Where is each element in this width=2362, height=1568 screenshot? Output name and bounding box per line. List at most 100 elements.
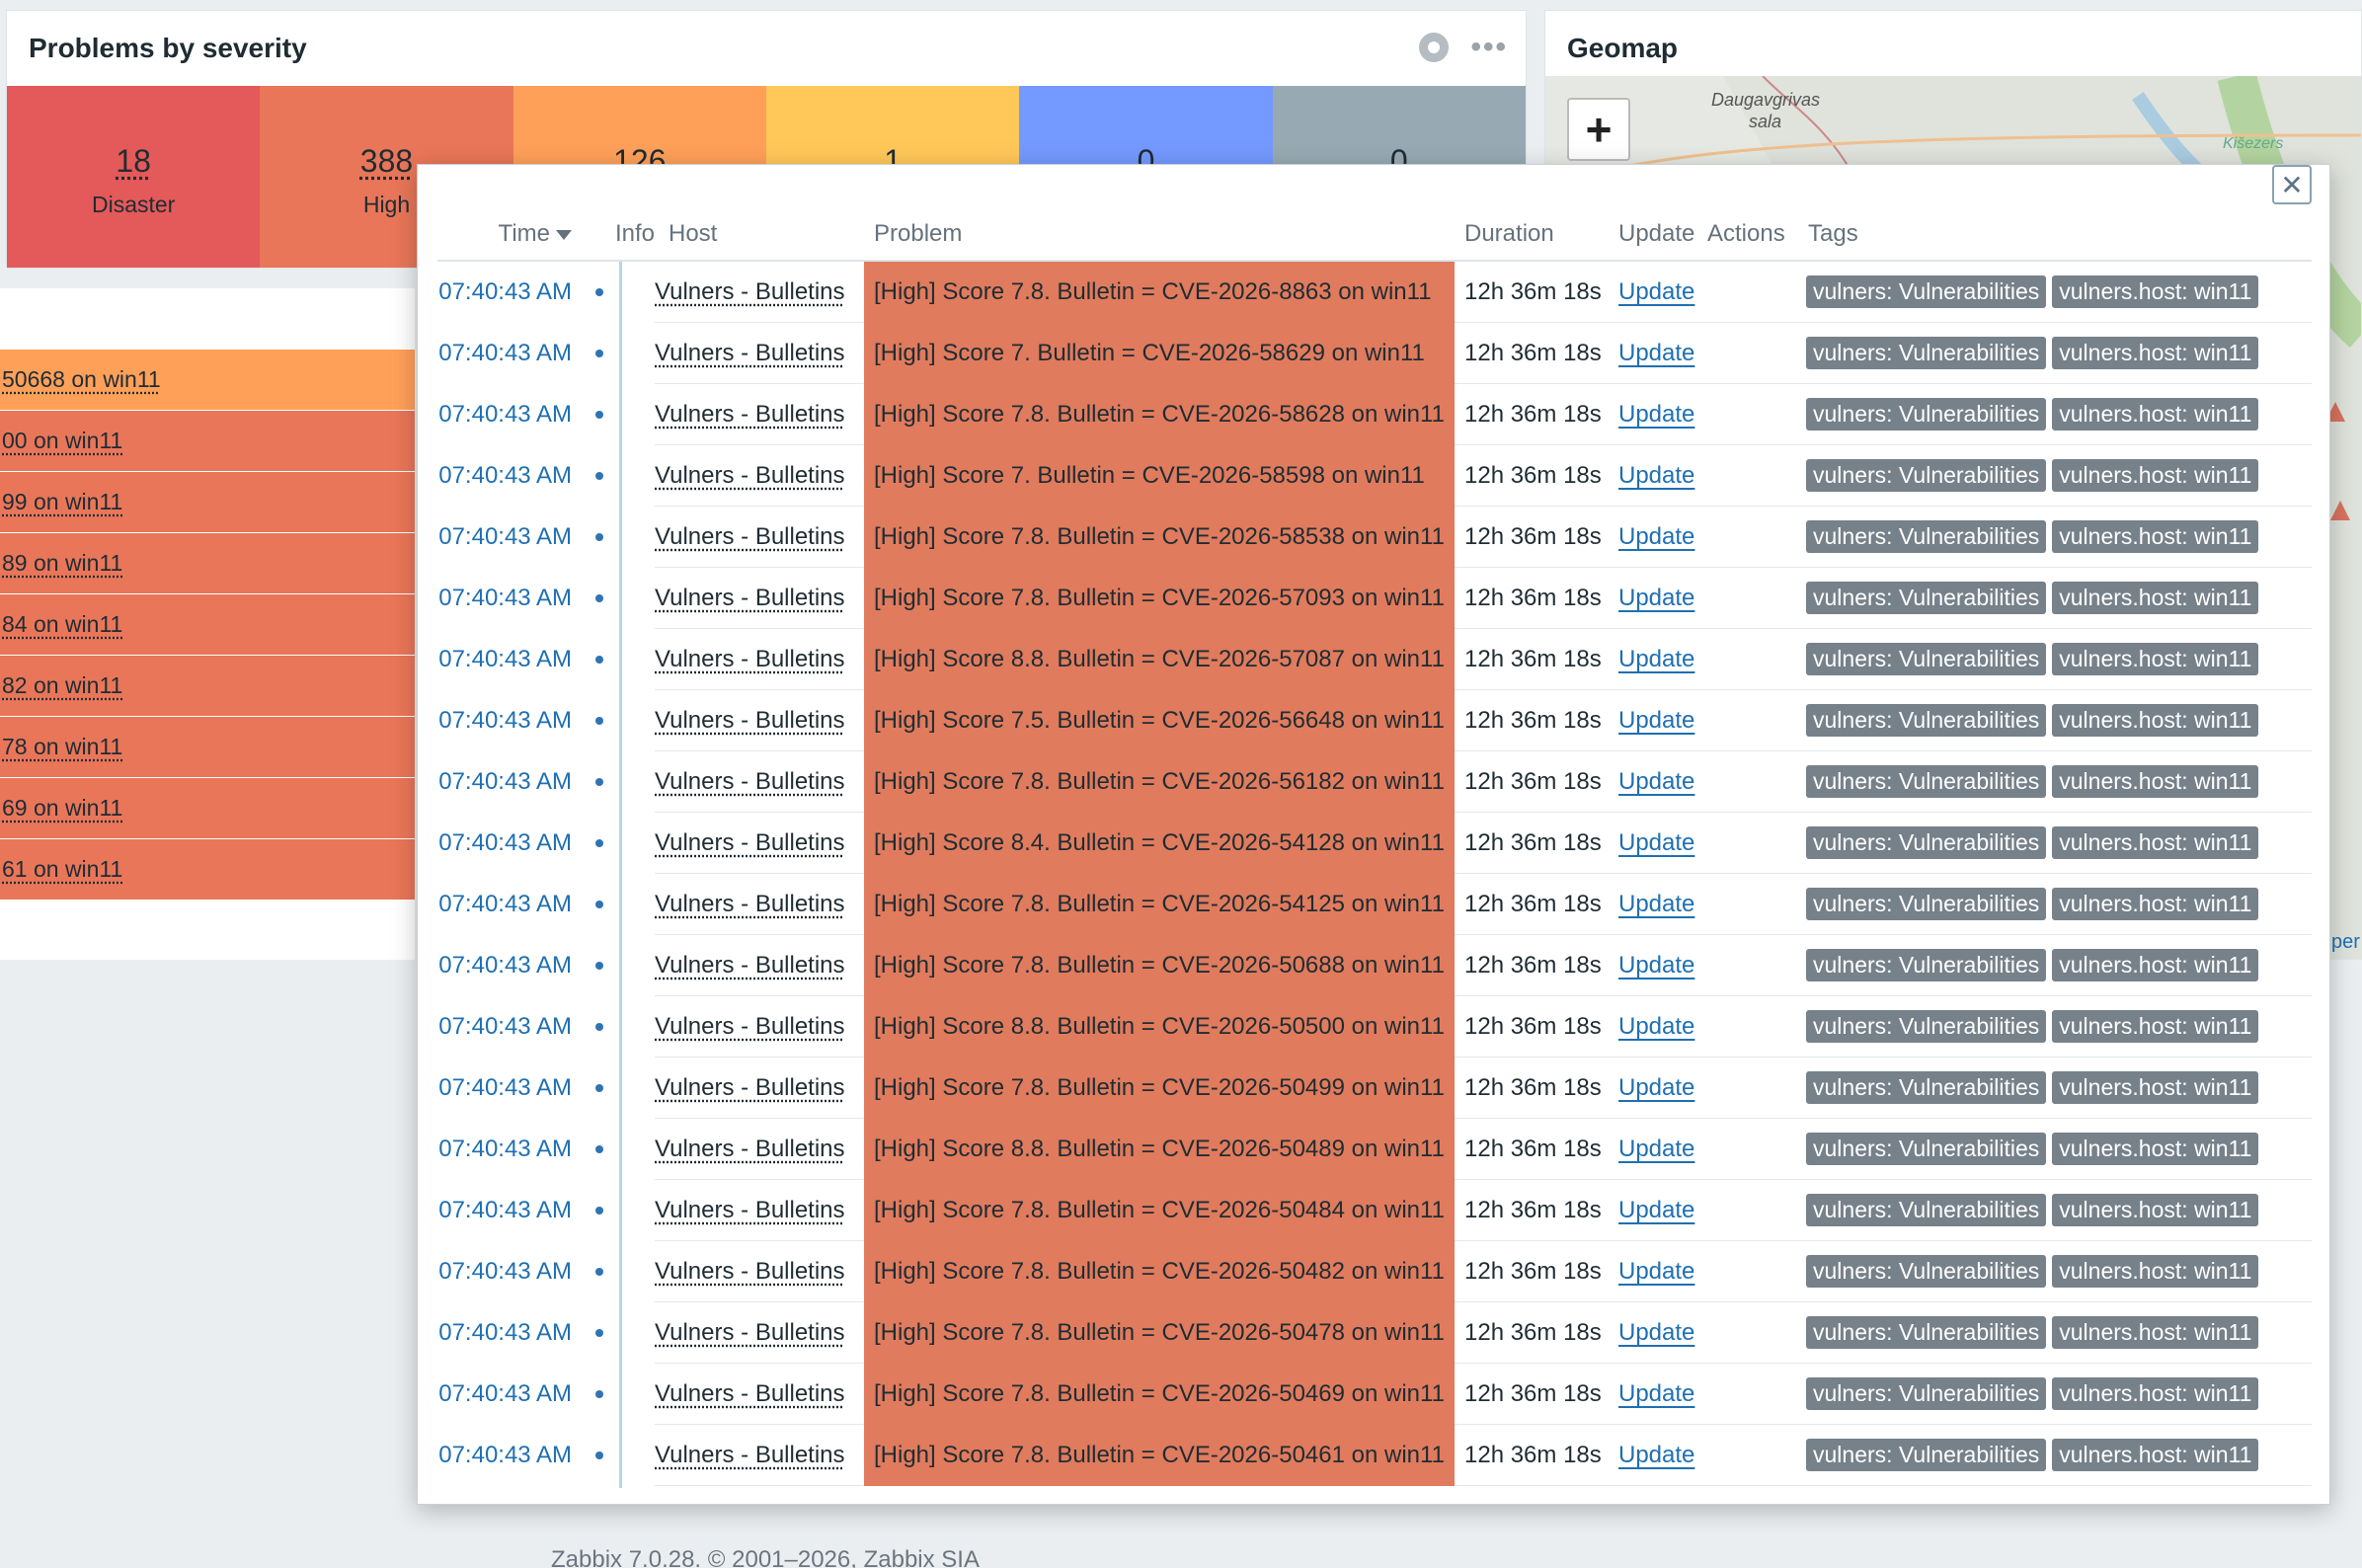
- host-link[interactable]: Vulners - Bulletins: [655, 278, 845, 305]
- map-attribution[interactable]: per: [2331, 931, 2360, 954]
- time-cell[interactable]: 07:40:43 AM: [437, 646, 586, 673]
- update-cell[interactable]: Update: [1613, 829, 1707, 857]
- tag-badge[interactable]: vulners.host: win11: [2052, 582, 2258, 614]
- host-link[interactable]: Vulners - Bulletins: [655, 1442, 845, 1468]
- list-item[interactable]: 89 on win11: [0, 533, 415, 594]
- time-cell[interactable]: 07:40:43 AM: [437, 952, 586, 980]
- update-cell[interactable]: Update: [1613, 1258, 1707, 1286]
- time-cell[interactable]: 07:40:43 AM: [437, 829, 586, 857]
- host-link[interactable]: Vulners - Bulletins: [655, 768, 845, 795]
- time-cell[interactable]: 07:40:43 AM: [437, 768, 586, 796]
- problem-cell[interactable]: [High] Score 7.8. Bulletin = CVE-2026-50…: [864, 1241, 1455, 1302]
- update-cell[interactable]: Update: [1613, 1197, 1707, 1224]
- problem-cell[interactable]: [High] Score 7.8. Bulletin = CVE-2026-50…: [864, 1425, 1455, 1486]
- update-cell[interactable]: Update: [1613, 646, 1707, 673]
- update-cell[interactable]: Update: [1613, 401, 1707, 429]
- list-item-label[interactable]: 78 on win11: [2, 734, 122, 760]
- update-link[interactable]: Update: [1618, 585, 1694, 611]
- host-link[interactable]: Vulners - Bulletins: [655, 1319, 845, 1346]
- problem-cell[interactable]: [High] Score 7.8. Bulletin = CVE-2026-54…: [864, 874, 1455, 935]
- severity-count[interactable]: 18: [116, 143, 151, 180]
- list-item-label[interactable]: 61 on win11: [2, 856, 122, 883]
- time-cell[interactable]: 07:40:43 AM: [437, 462, 586, 490]
- host-cell[interactable]: Vulners - Bulletins: [655, 1136, 864, 1163]
- update-link[interactable]: Update: [1618, 1013, 1694, 1040]
- update-link[interactable]: Update: [1618, 646, 1694, 672]
- update-cell[interactable]: Update: [1613, 278, 1707, 306]
- host-link[interactable]: Vulners - Bulletins: [655, 585, 845, 611]
- update-cell[interactable]: Update: [1613, 585, 1707, 612]
- host-link[interactable]: Vulners - Bulletins: [655, 462, 845, 489]
- list-item[interactable]: 84 on win11: [0, 594, 415, 656]
- host-link[interactable]: Vulners - Bulletins: [655, 523, 845, 550]
- update-cell[interactable]: Update: [1613, 523, 1707, 551]
- gear-icon[interactable]: [1419, 33, 1449, 62]
- problem-cell[interactable]: [High] Score 7.5. Bulletin = CVE-2026-56…: [864, 690, 1455, 751]
- update-cell[interactable]: Update: [1613, 1013, 1707, 1041]
- update-link[interactable]: Update: [1618, 952, 1694, 979]
- time-cell[interactable]: 07:40:43 AM: [437, 401, 586, 429]
- list-item-label[interactable]: 82 on win11: [2, 672, 122, 699]
- tag-badge[interactable]: vulners: Vulnerabilities: [1806, 582, 2046, 614]
- update-cell[interactable]: Update: [1613, 1074, 1707, 1102]
- problem-cell[interactable]: [High] Score 7.8. Bulletin = CVE-2026-57…: [864, 568, 1455, 629]
- host-link[interactable]: Vulners - Bulletins: [655, 340, 845, 366]
- tag-badge[interactable]: vulners: Vulnerabilities: [1806, 1133, 2046, 1165]
- update-link[interactable]: Update: [1618, 1136, 1694, 1162]
- host-cell[interactable]: Vulners - Bulletins: [655, 278, 864, 306]
- tag-badge[interactable]: vulners.host: win11: [2052, 949, 2258, 981]
- update-link[interactable]: Update: [1618, 1258, 1694, 1285]
- list-item[interactable]: 61 on win11: [0, 839, 415, 901]
- time-cell[interactable]: 07:40:43 AM: [437, 1258, 586, 1286]
- tag-badge[interactable]: vulners: Vulnerabilities: [1806, 765, 2046, 798]
- severity-count[interactable]: 388: [360, 143, 413, 180]
- list-item[interactable]: 69 on win11: [0, 778, 415, 839]
- host-cell[interactable]: Vulners - Bulletins: [655, 1258, 864, 1286]
- update-cell[interactable]: Update: [1613, 1319, 1707, 1347]
- update-link[interactable]: Update: [1618, 462, 1694, 489]
- time-cell[interactable]: 07:40:43 AM: [437, 1074, 586, 1102]
- update-cell[interactable]: Update: [1613, 340, 1707, 367]
- tag-badge[interactable]: vulners.host: win11: [2052, 275, 2258, 308]
- tag-badge[interactable]: vulners: Vulnerabilities: [1806, 520, 2046, 553]
- problem-cell[interactable]: [High] Score 7.8. Bulletin = CVE-2026-58…: [864, 384, 1455, 445]
- host-cell[interactable]: Vulners - Bulletins: [655, 1442, 864, 1469]
- list-item[interactable]: 82 on win11: [0, 656, 415, 717]
- tag-badge[interactable]: vulners: Vulnerabilities: [1806, 704, 2046, 737]
- tag-badge[interactable]: vulners.host: win11: [2052, 826, 2258, 859]
- time-cell[interactable]: 07:40:43 AM: [437, 1319, 586, 1347]
- problem-cell[interactable]: [High] Score 7.8. Bulletin = CVE-2026-50…: [864, 1058, 1455, 1119]
- host-cell[interactable]: Vulners - Bulletins: [655, 952, 864, 980]
- update-cell[interactable]: Update: [1613, 768, 1707, 796]
- host-link[interactable]: Vulners - Bulletins: [655, 1380, 845, 1407]
- problem-cell[interactable]: [High] Score 7. Bulletin = CVE-2026-5859…: [864, 445, 1455, 507]
- time-cell[interactable]: 07:40:43 AM: [437, 891, 586, 918]
- tag-badge[interactable]: vulners.host: win11: [2052, 459, 2258, 492]
- host-cell[interactable]: Vulners - Bulletins: [655, 829, 864, 857]
- tag-badge[interactable]: vulners: Vulnerabilities: [1806, 1255, 2046, 1288]
- tag-badge[interactable]: vulners: Vulnerabilities: [1806, 459, 2046, 492]
- tag-badge[interactable]: vulners.host: win11: [2052, 520, 2258, 553]
- tag-badge[interactable]: vulners: Vulnerabilities: [1806, 1194, 2046, 1226]
- time-cell[interactable]: 07:40:43 AM: [437, 1197, 586, 1224]
- tag-badge[interactable]: vulners: Vulnerabilities: [1806, 643, 2046, 675]
- time-cell[interactable]: 07:40:43 AM: [437, 585, 586, 612]
- tag-badge[interactable]: vulners.host: win11: [2052, 1255, 2258, 1288]
- list-item-label[interactable]: 89 on win11: [2, 550, 122, 577]
- time-cell[interactable]: 07:40:43 AM: [437, 1380, 586, 1408]
- list-item-label[interactable]: 69 on win11: [2, 795, 122, 822]
- host-cell[interactable]: Vulners - Bulletins: [655, 707, 864, 735]
- tag-badge[interactable]: vulners.host: win11: [2052, 1316, 2258, 1349]
- time-cell[interactable]: 07:40:43 AM: [437, 340, 586, 367]
- tag-badge[interactable]: vulners.host: win11: [2052, 704, 2258, 737]
- tag-badge[interactable]: vulners.host: win11: [2052, 1194, 2258, 1226]
- list-item-label[interactable]: 99 on win11: [2, 489, 122, 515]
- host-cell[interactable]: Vulners - Bulletins: [655, 1074, 864, 1102]
- update-cell[interactable]: Update: [1613, 462, 1707, 490]
- tag-badge[interactable]: vulners: Vulnerabilities: [1806, 949, 2046, 981]
- update-link[interactable]: Update: [1618, 1074, 1694, 1101]
- host-link[interactable]: Vulners - Bulletins: [655, 1197, 845, 1223]
- time-cell[interactable]: 07:40:43 AM: [437, 1136, 586, 1163]
- list-item-label[interactable]: 00 on win11: [2, 428, 122, 454]
- host-link[interactable]: Vulners - Bulletins: [655, 707, 845, 734]
